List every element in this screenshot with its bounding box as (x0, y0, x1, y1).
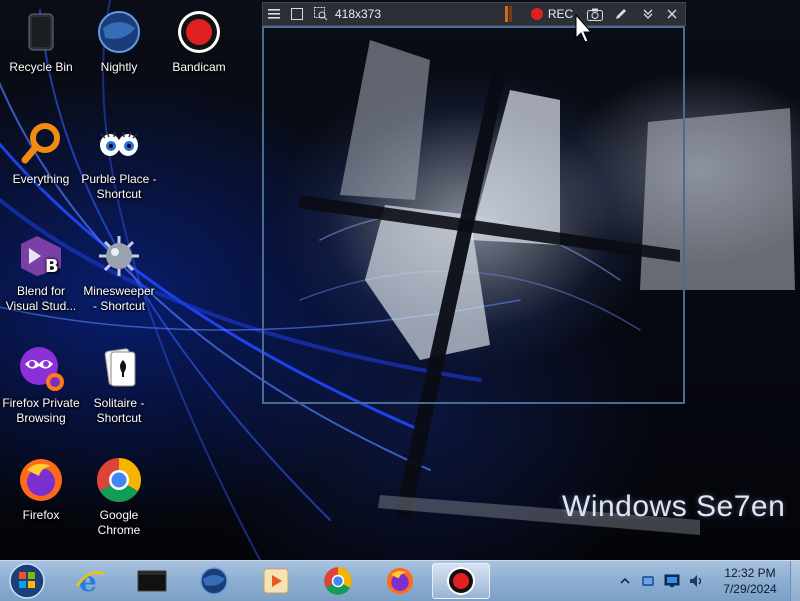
record-dot-icon (530, 8, 543, 20)
icon-label: Bandicam (172, 60, 226, 74)
media-player-icon (263, 568, 289, 594)
clock-date: 7/29/2024 (723, 582, 777, 596)
icon-label: Nightly (100, 60, 138, 74)
chrome-icon (324, 567, 352, 595)
taskbar-command-prompt[interactable] (124, 563, 180, 599)
desktop-icon-bandicam[interactable]: Bandicam (160, 8, 238, 75)
recycle-bin-icon (28, 13, 54, 51)
firefox-icon (386, 567, 414, 595)
cmd-icon (137, 570, 167, 592)
windows-start-orb-icon (9, 563, 45, 599)
network-icon[interactable] (640, 573, 656, 589)
desktop-icon-blend[interactable]: B Blend for Visual Stud... (2, 232, 80, 314)
taskbar-firefox[interactable] (372, 563, 428, 599)
icon-label: Firefox Private Browsing (2, 396, 80, 425)
system-clock[interactable]: 12:32 PM 7/29/2024 (712, 565, 788, 597)
taskbar-media-player[interactable] (248, 563, 304, 599)
taskbar-google-chrome[interactable] (310, 563, 366, 599)
clock-time: 12:32 PM (724, 566, 776, 580)
rec-button[interactable]: REC (527, 3, 577, 25)
desktop-icon-nightly[interactable]: Nightly (80, 8, 158, 75)
desktop-icon-recycle-bin[interactable]: Recycle Bin (2, 8, 80, 75)
icon-label: Firefox (22, 508, 60, 522)
icon-label: Solitaire - Shortcut (93, 396, 145, 425)
show-desktop-button[interactable] (790, 561, 800, 601)
blend-icon: B (21, 236, 61, 277)
mouse-cursor-icon (575, 14, 593, 43)
notification-tray (620, 561, 704, 601)
desktop-icon-firefox[interactable]: Firefox (2, 456, 80, 523)
svg-text:B: B (45, 256, 59, 277)
wallpaper-brand-text: Windows Se7en (562, 490, 786, 523)
desktop-icon-google-chrome[interactable]: Google Chrome (80, 456, 158, 538)
menu-icon[interactable] (265, 3, 283, 25)
icon-label: Blend for Visual Stud... (5, 284, 77, 313)
desktop: Windows Se7en Recycle Bin Nightly Bandic… (0, 0, 800, 560)
internet-explorer-icon: e (75, 566, 105, 596)
firefox-icon (20, 459, 62, 501)
pencil-draw-icon[interactable] (611, 3, 631, 25)
collapse-chevron-icon[interactable] (639, 3, 657, 25)
desktop-icon-purble-place[interactable]: Purble Place - Shortcut (80, 120, 158, 202)
capture-region-frame[interactable] (262, 26, 685, 404)
recording-indicator-icon (501, 3, 517, 25)
capture-size-label: 418x373 (334, 7, 382, 21)
icon-label: Minesweeper - Shortcut (83, 284, 155, 313)
taskbar-internet-explorer[interactable]: e (62, 563, 118, 599)
chrome-icon (97, 458, 141, 502)
show-hidden-icons-chevron-icon[interactable] (620, 576, 630, 586)
bandicam-icon (178, 11, 220, 53)
region-search-icon[interactable] (311, 3, 331, 25)
desktop-icon-firefox-private[interactable]: Firefox Private Browsing (2, 344, 80, 426)
minesweeper-icon (99, 236, 139, 276)
fullscreen-icon[interactable] (287, 3, 307, 25)
everything-search-icon (21, 123, 60, 164)
close-icon[interactable] (663, 3, 681, 25)
nightly-icon (98, 11, 140, 53)
start-button[interactable] (0, 563, 54, 599)
desktop-icon-minesweeper[interactable]: Minesweeper - Shortcut (80, 232, 158, 314)
icon-label: Everything (12, 172, 70, 186)
monitor-icon[interactable] (664, 573, 680, 589)
desktop-icon-everything[interactable]: Everything (2, 120, 80, 187)
nightly-icon (200, 567, 228, 595)
taskbar-bandicam[interactable] (432, 563, 490, 599)
icon-label: Recycle Bin (9, 60, 73, 74)
taskbar: e 12:32 PM 7/29/2024 (0, 560, 800, 601)
firefox-private-icon (20, 347, 64, 391)
bandicam-icon (447, 567, 475, 595)
icon-label: Purble Place - Shortcut (81, 172, 157, 201)
solitaire-icon (104, 348, 136, 387)
volume-icon[interactable] (688, 573, 704, 589)
desktop-icon-solitaire[interactable]: Solitaire - Shortcut (80, 344, 158, 426)
icon-label: Google Chrome (97, 508, 141, 537)
purble-place-icon (100, 131, 138, 156)
capture-toolbar: 418x373 REC (262, 2, 686, 26)
taskbar-nightly[interactable] (186, 563, 242, 599)
rec-label: REC (547, 7, 574, 21)
